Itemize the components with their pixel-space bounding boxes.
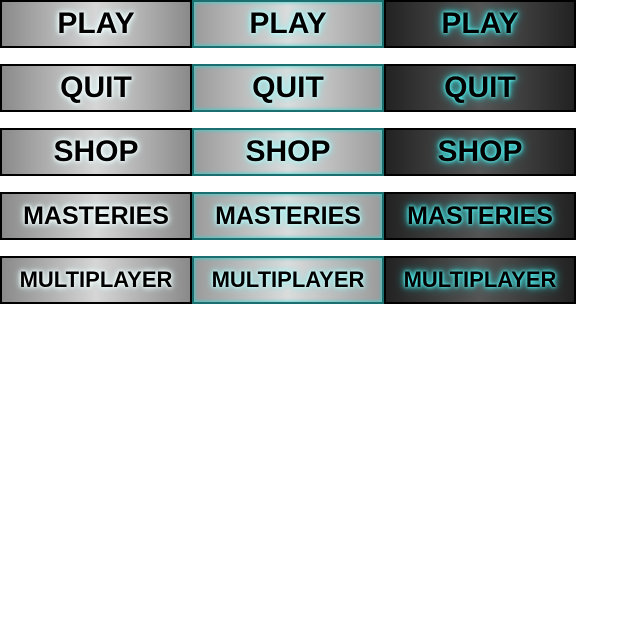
shop-button-pressed[interactable]: SHOP [384,128,576,176]
shop-button-hover[interactable]: SHOP [192,128,384,176]
quit-button-hover[interactable]: QUIT [192,64,384,112]
shop-button-label: SHOP [437,135,523,168]
multiplayer-button-label: MULTIPLAYER [211,267,365,292]
play-button-label: PLAY [57,7,135,40]
masteries-button-hover[interactable]: MASTERIES [192,192,384,240]
masteries-button-pressed[interactable]: MASTERIES [384,192,576,240]
quit-button-normal[interactable]: QUIT [0,64,192,112]
play-button-hover[interactable]: PLAY [192,0,384,48]
multiplayer-button-pressed[interactable]: MULTIPLAYER [384,256,576,304]
quit-button-label: QUIT [444,71,516,104]
masteries-button-label: MASTERIES [23,201,169,230]
play-button-normal[interactable]: PLAY [0,0,192,48]
quit-button-pressed[interactable]: QUIT [384,64,576,112]
multiplayer-button-hover[interactable]: MULTIPLAYER [192,256,384,304]
shop-button-label: SHOP [245,135,331,168]
masteries-button-normal[interactable]: MASTERIES [0,192,192,240]
play-button-label: PLAY [249,7,327,40]
masteries-button-label: MASTERIES [215,201,361,230]
masteries-button-label: MASTERIES [407,201,553,230]
shop-button-label: SHOP [53,135,139,168]
multiplayer-button-normal[interactable]: MULTIPLAYER [0,256,192,304]
multiplayer-button-label: MULTIPLAYER [403,267,557,292]
multiplayer-button-label: MULTIPLAYER [19,267,173,292]
quit-button-label: QUIT [252,71,324,104]
play-button-pressed[interactable]: PLAY [384,0,576,48]
button-sprite-sheet: PLAY PLAY PLAY QUIT QUIT QUIT SHOP SHOP SHOP MAST… [0,0,640,640]
quit-button-label: QUIT [60,71,132,104]
play-button-label: PLAY [441,7,519,40]
shop-button-normal[interactable]: SHOP [0,128,192,176]
